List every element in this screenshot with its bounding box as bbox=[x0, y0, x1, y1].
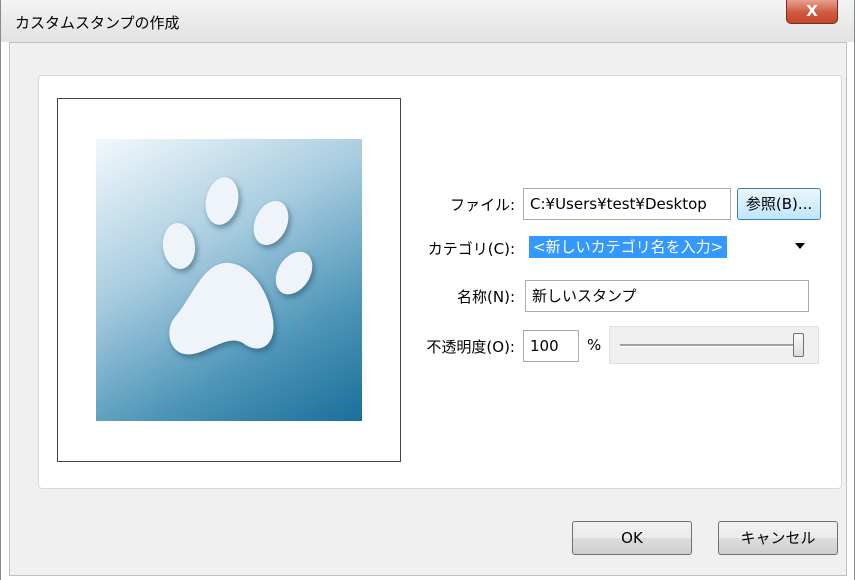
category-label: カテゴリ(C): bbox=[427, 240, 515, 258]
window-title: カスタムスタンプの作成 bbox=[15, 14, 180, 32]
close-icon: X bbox=[806, 2, 818, 20]
name-label: 名称(N): bbox=[457, 288, 515, 306]
category-selected-text: <新しいカテゴリ名を入力> bbox=[529, 236, 728, 258]
dialog-window: カスタムスタンプの作成 X ファイル: C:¥Users¥test¥Deskto… bbox=[0, 0, 855, 580]
ok-button[interactable]: OK bbox=[572, 521, 692, 555]
cancel-button[interactable]: キャンセル bbox=[718, 521, 838, 555]
chevron-down-icon[interactable] bbox=[795, 243, 805, 249]
opacity-label: 不透明度(O): bbox=[426, 338, 515, 356]
close-button[interactable]: X bbox=[786, 0, 838, 24]
file-path-field[interactable]: C:¥Users¥test¥Desktop bbox=[523, 188, 731, 220]
paw-print-icon bbox=[96, 139, 362, 421]
browse-button[interactable]: 参照(B)... bbox=[737, 188, 821, 220]
name-field[interactable]: 新しいスタンプ bbox=[525, 280, 809, 312]
opacity-slider[interactable] bbox=[609, 326, 819, 364]
opacity-input[interactable]: 100 bbox=[523, 330, 579, 362]
dialog-client-area: ファイル: C:¥Users¥test¥Desktop 参照(B)... カテゴ… bbox=[9, 42, 847, 576]
paw-print-graphic bbox=[162, 177, 313, 355]
title-bar[interactable]: カスタムスタンプの作成 X bbox=[1, 0, 854, 42]
slider-track bbox=[620, 344, 804, 347]
category-combobox[interactable]: <新しいカテゴリ名を入力> bbox=[525, 232, 809, 262]
content-panel: ファイル: C:¥Users¥test¥Desktop 参照(B)... カテゴ… bbox=[38, 75, 842, 489]
opacity-unit: % bbox=[587, 336, 602, 354]
stamp-preview-frame bbox=[57, 98, 401, 462]
slider-thumb[interactable] bbox=[793, 333, 804, 357]
file-label: ファイル: bbox=[449, 196, 515, 214]
